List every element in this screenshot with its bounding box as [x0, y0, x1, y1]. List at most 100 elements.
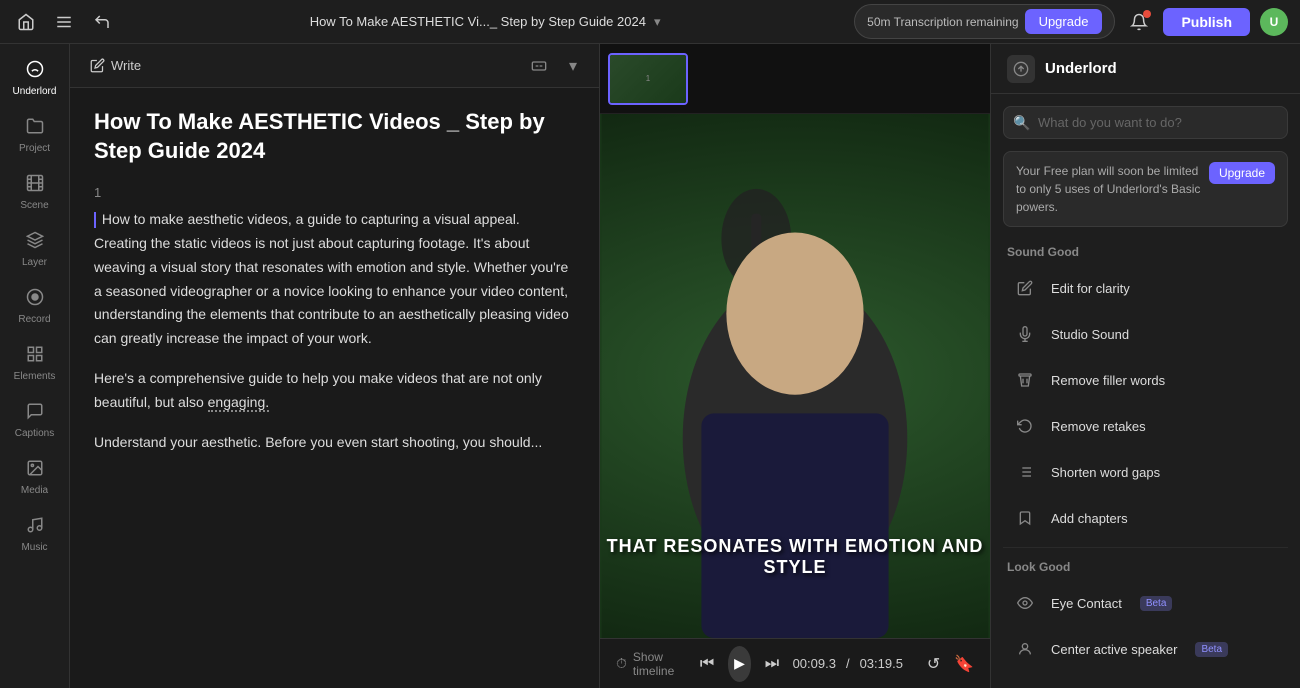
- eye-contact-badge: Beta: [1140, 596, 1173, 611]
- sidebar-label-music: Music: [21, 542, 47, 553]
- shorten-gaps-label: Shorten word gaps: [1051, 465, 1160, 480]
- sidebar-item-music[interactable]: Music: [6, 508, 64, 561]
- sound-good-label: Sound Good: [991, 239, 1300, 265]
- sidebar-item-captions[interactable]: Captions: [6, 394, 64, 447]
- sidebar-label-record: Record: [18, 314, 50, 325]
- script-toolbar: Write ▾: [70, 44, 599, 88]
- script-body: How to make aesthetic videos, a guide to…: [94, 208, 575, 454]
- tool-center-speaker[interactable]: Center active speaker Beta: [995, 626, 1296, 672]
- sidebar-label-layer: Layer: [22, 257, 47, 268]
- dotted-text: engaging.: [208, 394, 270, 412]
- transcription-label: 50m Transcription remaining: [867, 15, 1018, 29]
- sidebar-label-captions: Captions: [15, 428, 54, 439]
- prev-button[interactable]: ⏮: [697, 648, 718, 680]
- video-area: THAT RESONATES WITH EMOTION AND STYLE: [600, 114, 990, 638]
- studio-sound-icon: [1011, 320, 1039, 348]
- upgrade-button[interactable]: Upgrade: [1025, 9, 1103, 34]
- topbar-center: How To Make AESTHETIC Vi..._ Step by Ste…: [310, 14, 661, 30]
- look-good-label: Look Good: [991, 554, 1300, 580]
- play-button[interactable]: ▶: [728, 646, 752, 682]
- underlord-icon: [26, 60, 44, 83]
- sidebar-item-layer[interactable]: Layer: [6, 223, 64, 276]
- remove-filler-icon: [1011, 366, 1039, 394]
- captions-icon: [26, 402, 44, 425]
- tool-shorten-gaps[interactable]: Shorten word gaps: [995, 449, 1296, 495]
- underlord-logo-icon: [1007, 55, 1035, 83]
- topbar-left: [12, 8, 116, 36]
- next-button[interactable]: ⏭: [761, 648, 782, 680]
- script-panel: Write ▾ How To Make AESTHETIC Videos _ S…: [70, 44, 600, 688]
- sidebar-item-record[interactable]: Record: [6, 280, 64, 333]
- video-frame: THAT RESONATES WITH EMOTION AND STYLE: [600, 114, 990, 638]
- menu-button[interactable]: [50, 8, 78, 36]
- tool-add-chapters[interactable]: Add chapters: [995, 495, 1296, 541]
- sidebar-item-elements[interactable]: Elements: [6, 337, 64, 390]
- scene-icon: [26, 174, 44, 197]
- center-speaker-label: Center active speaker: [1051, 642, 1177, 657]
- main-layout: Underlord Project Scene Layer Record Elements…: [0, 44, 1300, 688]
- underlord-header: Underlord: [991, 44, 1300, 94]
- chevron-down-icon[interactable]: ▾: [559, 52, 587, 80]
- left-sidebar: Underlord Project Scene Layer Record Elements…: [0, 44, 70, 688]
- script-content: How To Make AESTHETIC Videos _ Step by S…: [70, 88, 599, 688]
- timeline-icon: ⏱: [616, 655, 627, 672]
- upgrade-notice-button[interactable]: Upgrade: [1209, 162, 1275, 184]
- tool-remove-filler[interactable]: Remove filler words: [995, 357, 1296, 403]
- search-input[interactable]: [1003, 106, 1288, 139]
- sidebar-item-scene[interactable]: Scene: [6, 166, 64, 219]
- sidebar-item-media[interactable]: Media: [6, 451, 64, 504]
- title-chevron-icon[interactable]: ▾: [654, 14, 661, 30]
- green-screen-icon: [1011, 681, 1039, 688]
- replay-button[interactable]: ↺: [923, 648, 944, 680]
- home-button[interactable]: [12, 8, 40, 36]
- write-label: Write: [111, 58, 141, 73]
- eye-contact-label: Eye Contact: [1051, 596, 1122, 611]
- layer-icon: [26, 231, 44, 254]
- remove-retakes-icon: [1011, 412, 1039, 440]
- caption-icon[interactable]: [525, 52, 553, 80]
- project-icon: [26, 117, 44, 140]
- tool-eye-contact[interactable]: Eye Contact Beta: [995, 580, 1296, 626]
- avatar[interactable]: U: [1260, 8, 1288, 36]
- media-icon: [26, 459, 44, 482]
- section-divider: [1003, 547, 1288, 548]
- show-timeline-label: Show timeline: [633, 650, 677, 678]
- bookmark-button[interactable]: 🔖: [954, 654, 974, 674]
- video-caption: THAT RESONATES WITH EMOTION AND STYLE: [600, 536, 990, 578]
- thumbnail-selected[interactable]: 1: [608, 53, 688, 105]
- script-tool-left: Write: [82, 54, 149, 77]
- undo-button[interactable]: [88, 8, 116, 36]
- edit-clarity-icon: [1011, 274, 1039, 302]
- sidebar-label-elements: Elements: [14, 371, 56, 382]
- time-current: 00:09.3: [793, 656, 836, 671]
- notification-dot: [1143, 10, 1151, 18]
- thumbnail-strip: 1: [600, 44, 990, 114]
- sidebar-item-project[interactable]: Project: [6, 109, 64, 162]
- add-chapters-label: Add chapters: [1051, 511, 1128, 526]
- remove-retakes-label: Remove retakes: [1051, 419, 1146, 434]
- music-icon: [26, 516, 44, 539]
- tool-green-screen[interactable]: Green screen: [995, 672, 1296, 688]
- script-paragraph-2: Here's a comprehensive guide to help you…: [94, 367, 575, 415]
- center-speaker-icon: [1011, 635, 1039, 663]
- sidebar-label-scene: Scene: [20, 200, 48, 211]
- upgrade-notice: Your Free plan will soon be limited to o…: [1003, 151, 1288, 227]
- sidebar-label-media: Media: [21, 485, 48, 496]
- time-total: 03:19.5: [860, 656, 903, 671]
- shorten-gaps-icon: [1011, 458, 1039, 486]
- script-paragraph-3: Understand your aesthetic. Before you ev…: [94, 431, 575, 455]
- notification-button[interactable]: [1125, 8, 1153, 36]
- publish-button[interactable]: Publish: [1163, 8, 1250, 36]
- upgrade-notice-text: Your Free plan will soon be limited to o…: [1016, 162, 1201, 216]
- sidebar-label-underlord: Underlord: [13, 86, 57, 97]
- show-timeline-button[interactable]: ⏱ Show timeline: [616, 650, 677, 678]
- center-speaker-badge: Beta: [1195, 642, 1228, 657]
- write-button[interactable]: Write: [82, 54, 149, 77]
- section-number: 1: [94, 185, 575, 200]
- tool-edit-clarity[interactable]: Edit for clarity: [995, 265, 1296, 311]
- remove-filler-label: Remove filler words: [1051, 373, 1165, 388]
- tool-studio-sound[interactable]: Studio Sound: [995, 311, 1296, 357]
- sidebar-item-underlord[interactable]: Underlord: [6, 52, 64, 105]
- tool-remove-retakes[interactable]: Remove retakes: [995, 403, 1296, 449]
- sidebar-label-project: Project: [19, 143, 50, 154]
